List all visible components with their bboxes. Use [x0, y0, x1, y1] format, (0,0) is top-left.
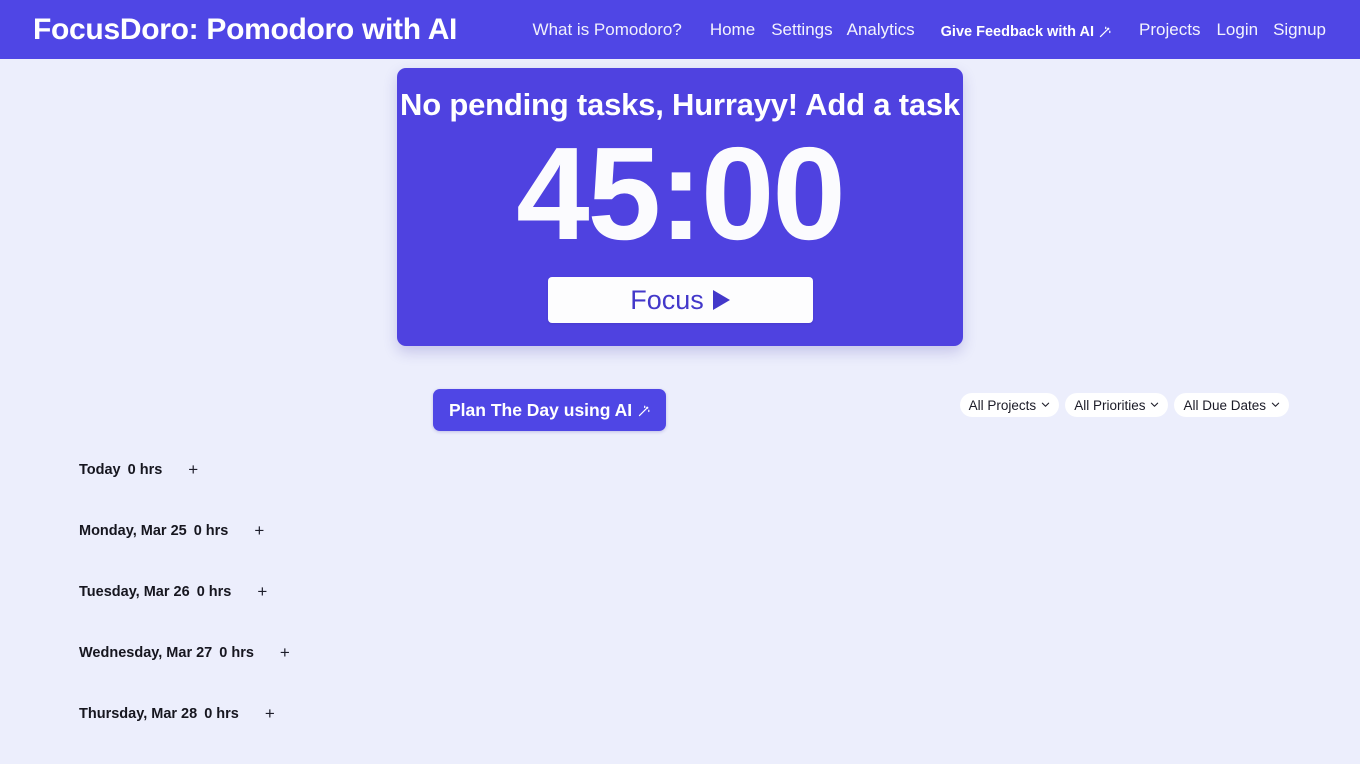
- filter-all-due-dates[interactable]: All Due Dates: [1174, 393, 1289, 417]
- add-task-button[interactable]: +: [261, 703, 279, 724]
- chevron-down-icon: [1041, 400, 1050, 409]
- day-row: Wednesday, Mar 27 0 hrs +: [0, 622, 1360, 683]
- filter-all-priorities-label: All Priorities: [1074, 397, 1146, 413]
- add-task-button[interactable]: +: [184, 459, 202, 480]
- filter-bar: All Projects All Priorities All Due Date…: [959, 393, 1289, 417]
- filter-all-priorities[interactable]: All Priorities: [1065, 393, 1169, 417]
- magic-wand-icon: [637, 405, 650, 418]
- nav-link-analytics[interactable]: Analytics: [847, 21, 915, 38]
- chevron-down-icon: [1150, 400, 1159, 409]
- day-label: Today: [79, 461, 121, 478]
- nav-link-signup[interactable]: Signup: [1273, 21, 1326, 38]
- focus-start-button[interactable]: Focus: [547, 277, 813, 324]
- filter-all-due-dates-label: All Due Dates: [1183, 397, 1266, 413]
- day-list: Today 0 hrs + Monday, Mar 25 0 hrs + Tue…: [0, 439, 1360, 744]
- nav-link-login[interactable]: Login: [1216, 21, 1258, 38]
- plan-the-day-using-ai-button[interactable]: Plan The Day using AI: [433, 389, 667, 431]
- day-hours: 0 hrs: [193, 522, 229, 539]
- timer-display: 45:00: [516, 120, 846, 268]
- play-icon: [712, 290, 730, 311]
- nav-link-home[interactable]: Home: [710, 21, 755, 38]
- add-task-button[interactable]: +: [276, 642, 294, 663]
- day-label: Wednesday, Mar 27: [79, 644, 213, 661]
- nav-link-settings[interactable]: Settings: [771, 21, 832, 38]
- day-hours: 0 hrs: [127, 461, 163, 478]
- filter-all-projects[interactable]: All Projects: [959, 393, 1060, 417]
- day-row: Today 0 hrs +: [0, 439, 1360, 500]
- add-task-button[interactable]: +: [253, 581, 271, 602]
- chevron-down-icon: [1271, 400, 1280, 409]
- day-hours: 0 hrs: [219, 644, 254, 661]
- day-label: Monday, Mar 25: [79, 522, 187, 539]
- day-row: Tuesday, Mar 26 0 hrs +: [0, 561, 1360, 622]
- day-label: Thursday, Mar 28: [79, 705, 198, 722]
- plan-button-label: Plan The Day using AI: [449, 399, 633, 420]
- filter-all-projects-label: All Projects: [968, 397, 1037, 413]
- brand-title: FocusDoro: Pomodoro with AI: [33, 12, 458, 46]
- magic-wand-icon: [1098, 26, 1111, 39]
- focus-button-label: Focus: [630, 284, 704, 315]
- day-label: Tuesday, Mar 26: [79, 583, 190, 600]
- top-navbar: FocusDoro: Pomodoro with AI What is Pomo…: [0, 0, 1360, 59]
- add-task-button[interactable]: +: [250, 520, 268, 541]
- day-hours: 0 hrs: [196, 583, 232, 600]
- give-feedback-with-ai-button[interactable]: Give Feedback with AI: [941, 20, 1111, 40]
- day-hours: 0 hrs: [204, 705, 239, 722]
- nav-links: What is Pomodoro? Home Settings Analytic…: [533, 20, 1326, 40]
- timer-headline: No pending tasks, Hurrayy! Add a task: [400, 87, 960, 122]
- nav-link-projects[interactable]: Projects: [1139, 21, 1200, 38]
- pomodoro-timer-card: No pending tasks, Hurrayy! Add a task 45…: [397, 68, 963, 346]
- nav-link-what-is-pomodoro[interactable]: What is Pomodoro?: [533, 21, 682, 38]
- day-row: Monday, Mar 25 0 hrs +: [0, 500, 1360, 561]
- give-feedback-label: Give Feedback with AI: [940, 23, 1095, 40]
- day-row: Thursday, Mar 28 0 hrs +: [0, 683, 1360, 744]
